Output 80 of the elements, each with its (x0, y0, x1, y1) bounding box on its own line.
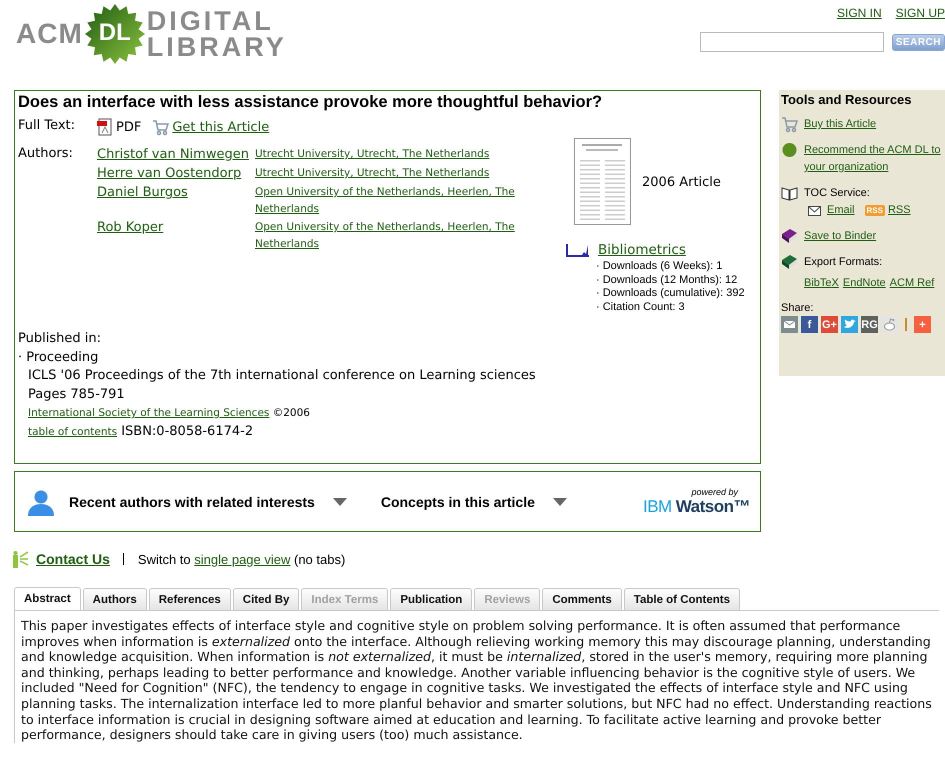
author-link[interactable]: Rob Koper (97, 219, 255, 253)
rss-link[interactable]: RSS (888, 202, 911, 219)
sidebar-link[interactable]: Save to Binder (804, 228, 944, 245)
bar-chart-icon (566, 243, 590, 257)
tab[interactable]: References (148, 588, 231, 610)
bird-icon[interactable] (841, 316, 858, 333)
export-link[interactable]: ACM Ref (890, 275, 934, 292)
tab[interactable]: Cited By (232, 588, 300, 610)
publication-kind: · Proceeding (18, 348, 100, 366)
author-link[interactable]: Herre van Oostendorp (97, 165, 255, 183)
toc-link[interactable]: table of contents (28, 426, 118, 438)
tab[interactable]: Authors (82, 588, 147, 610)
article-type: 2006 Article (642, 174, 721, 190)
tab[interactable]: Comments (542, 588, 622, 610)
share-button[interactable]: RG (861, 316, 878, 333)
article-title: Does an interface with less assistance provoke more thoughtful behavior? (18, 93, 604, 112)
metric-text: · Downloads (12 Months): 12 (596, 274, 738, 287)
switch-text: Switch to single page view (no tabs) (138, 552, 346, 566)
envelope-icon (808, 206, 821, 216)
logo-text: ACM (16, 18, 83, 50)
logo-text: DIGITAL (146, 8, 275, 34)
single-page-link[interactable]: single page view (194, 552, 290, 566)
dropdown-menu[interactable]: Concepts in this article (380, 494, 567, 510)
tab[interactable]: Table of Contents (624, 588, 740, 610)
brand-logo-text: Watson™ (676, 496, 750, 516)
get-article-link[interactable]: Get this Article (172, 120, 270, 134)
caret-icon (332, 498, 347, 506)
powered-by-text: powered by (691, 486, 738, 496)
cart-icon (781, 116, 798, 133)
badge-icon (781, 142, 798, 159)
export-link[interactable]: EndNote (842, 275, 886, 292)
sidebar-title: Tools and Resources (781, 91, 913, 107)
sidebar-link[interactable]: Buy this Article (804, 116, 944, 133)
logo-badge-text: DL (98, 19, 132, 47)
dropdown-menu[interactable]: Recent authors with related interests (69, 494, 347, 510)
tab[interactable]: Publication (390, 588, 472, 610)
contact-icon (13, 550, 29, 568)
author-link[interactable]: Christof van Nimwegen (97, 146, 255, 164)
affiliation-link[interactable]: Open University of the Netherlands, Heerlen, The Netherlands (255, 184, 525, 218)
field-label: Full Text: (18, 118, 76, 133)
copyright-text: ©2006 (272, 407, 310, 419)
publisher-link[interactable]: International Society of the Learning Sciences (28, 407, 270, 419)
share-label: Share: (781, 302, 814, 314)
starburst-icon (84, 4, 145, 64)
contact-link[interactable]: Contact Us (36, 551, 110, 567)
metric-text: · Downloads (6 Weeks): 1 (596, 260, 724, 274)
share-button[interactable]: f (801, 316, 818, 333)
person-icon (27, 488, 55, 516)
search-field[interactable] (700, 32, 884, 52)
tab[interactable]: Abstract (14, 587, 81, 610)
pdf-link[interactable]: PDF (116, 120, 142, 134)
isbn-text: ISBN:0-8058-6174-2 (121, 424, 254, 438)
affiliation-link[interactable]: Utrecht University, Utrecht, The Netherlands (255, 165, 525, 183)
email-share-icon[interactable] (781, 316, 798, 333)
brand-logo-text: IBM (643, 496, 672, 516)
author-link[interactable]: Daniel Burgos (97, 184, 255, 218)
metric-text: · Downloads (cumulative): 392 (596, 287, 745, 300)
metric-text: · Citation Count: 3 (596, 300, 686, 314)
section-label: Published in: (18, 330, 102, 348)
rss-badge: RSS (864, 205, 885, 216)
sidebar-link[interactable]: Recommend the ACM DL to your organization (804, 142, 944, 176)
bibliometrics-link[interactable]: Bibliometrics (598, 242, 686, 258)
pdf-icon (97, 118, 113, 136)
proceedings-title: ICLS '06 Proceedings of the 7th international conference on Learning sciences (27, 367, 537, 385)
header-link[interactable]: SIGN IN (836, 6, 882, 20)
export-link[interactable]: BibTeX (804, 275, 839, 292)
header-link[interactable]: SIGN UP (896, 6, 945, 20)
share-button[interactable]: G+ (821, 316, 838, 333)
open-book-icon (781, 185, 798, 202)
email-link[interactable]: Email (827, 202, 855, 219)
caret-icon (552, 498, 567, 506)
sidebar-label: Export Formats: (804, 255, 884, 270)
logo-text: LIBRARY (146, 34, 287, 60)
sidebar-label: TOC Service: (804, 186, 871, 201)
page-range: Pages 785-791 (27, 386, 126, 404)
affiliation-link[interactable]: Utrecht University, Utrecht, The Netherlands (255, 146, 525, 164)
abstract-text: This paper investigates effects of interface style and cognitive style on problem solving performance. It is often assumed that performance improves when information is externalized onto the interface. Although relieving working memory this may discourage planning, understanding and knowledge acquisition. When information is not externalized, it must be internalized, stored in the user's memory, requiring more planning and thinking, perhaps leading to better performance and knowledge. Another variable influencing behavior is the cognitive style of users. We included "Need for Cognition" (NFC), the tendency to engage in cognitive tasks. We investigated the effects of interface style and NFC using planning tasks. The internalization interface led to more planful behavior and smarter solutions, but NFC had no effect. Understanding reactions to interface information is crucial in designing software aimed at education and learning. To facilitate active learning and provoke better performance, designers should take care in giving users (too) much assistance. (21, 618, 933, 743)
affiliation-link[interactable]: Open University of the Netherlands, Heerlen, The Netherlands (255, 219, 525, 253)
cart-icon (152, 118, 170, 136)
field-label: Authors: (18, 146, 74, 161)
